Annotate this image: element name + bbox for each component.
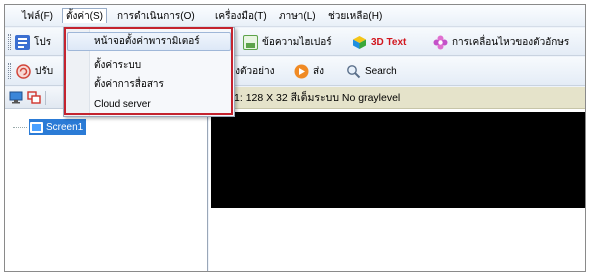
tree-connector xyxy=(13,126,27,128)
cube-3d-icon xyxy=(352,35,367,50)
monitor-icon[interactable] xyxy=(9,91,23,104)
toolbar-grip[interactable] xyxy=(8,34,11,50)
program-label: โปร xyxy=(34,36,52,48)
hyper-text-icon xyxy=(243,34,258,50)
flower-effect-icon xyxy=(433,35,448,50)
menu-operation[interactable]: การดำเนินการ(O) xyxy=(114,9,198,24)
editor-area: reen1: 128 X 32 สีเต็มระบบ No graylevel xyxy=(209,87,585,271)
send-arrow-icon xyxy=(294,64,309,79)
search-icon xyxy=(346,64,361,79)
menu-item-system-settings[interactable]: ตั้งค่าระบบ xyxy=(94,57,141,74)
toolbar-grip[interactable] xyxy=(8,63,11,79)
program-button[interactable]: โปร xyxy=(15,33,51,51)
preview-button[interactable]: ลงตัวอย่าง xyxy=(229,62,274,80)
app-window: ไฟล์(F) ตั้งค่า(S) การดำเนินการ(O) เครื่… xyxy=(4,4,586,272)
tree-node-screen1[interactable]: Screen1 xyxy=(29,119,87,135)
menu-bar: ไฟล์(F) ตั้งค่า(S) การดำเนินการ(O) เครื่… xyxy=(5,5,585,27)
adjust-icon xyxy=(16,63,31,79)
search-button[interactable]: Search xyxy=(346,62,397,80)
menu-settings[interactable]: ตั้งค่า(S) xyxy=(62,8,108,23)
menu-item-screen-parameters[interactable]: หน้าจอตั้งค่าพารามิเตอร์ xyxy=(94,33,200,50)
tree-node-label: Screen1 xyxy=(46,121,84,133)
moving-text-button[interactable]: การเคลื่อนไหวของตัวอักษร xyxy=(433,33,569,51)
screen-info-bar: reen1: 128 X 32 สีเต็มระบบ No graylevel xyxy=(209,87,585,109)
screen-monitor-icon xyxy=(30,121,43,133)
menu-tools[interactable]: เครื่องมือ(T) xyxy=(212,9,270,24)
moving-text-label: การเคลื่อนไหวของตัวอักษร xyxy=(452,36,570,48)
adjust-label: ปรับ xyxy=(35,65,54,77)
send-button[interactable]: ส่ง xyxy=(294,62,324,80)
send-label: ส่ง xyxy=(313,65,324,77)
program-icon xyxy=(15,34,30,50)
hyper-text-button[interactable]: ข้อความไฮเปอร์ xyxy=(243,33,332,51)
menu-help[interactable]: ช่วยเหลือ(H) xyxy=(325,9,385,24)
menu-item-communication-settings[interactable]: ตั้งค่าการสื่อสาร xyxy=(94,76,164,93)
search-label: Search xyxy=(365,65,397,77)
tree-row: Screen1 xyxy=(13,119,87,135)
3d-text-button[interactable]: 3D Text xyxy=(352,33,406,51)
menu-language[interactable]: ภาษา(L) xyxy=(276,9,319,24)
preview-label: ลงตัวอย่าง xyxy=(229,65,275,77)
led-preview-canvas[interactable] xyxy=(211,112,585,208)
toolbar-divider xyxy=(45,91,49,105)
hyper-text-label: ข้อความไฮเปอร์ xyxy=(262,36,332,48)
add-area-icon[interactable] xyxy=(27,91,41,104)
settings-dropdown-menu: หน้าจอตั้งค่าพารามิเตอร์ ตั้งค่าระบบ ตั้… xyxy=(63,27,235,117)
adjust-button[interactable]: ปรับ xyxy=(16,62,53,80)
menu-file[interactable]: ไฟล์(F) xyxy=(19,9,56,24)
menu-item-cloud-server[interactable]: Cloud server xyxy=(94,96,151,113)
3d-text-label: 3D Text xyxy=(371,36,407,48)
